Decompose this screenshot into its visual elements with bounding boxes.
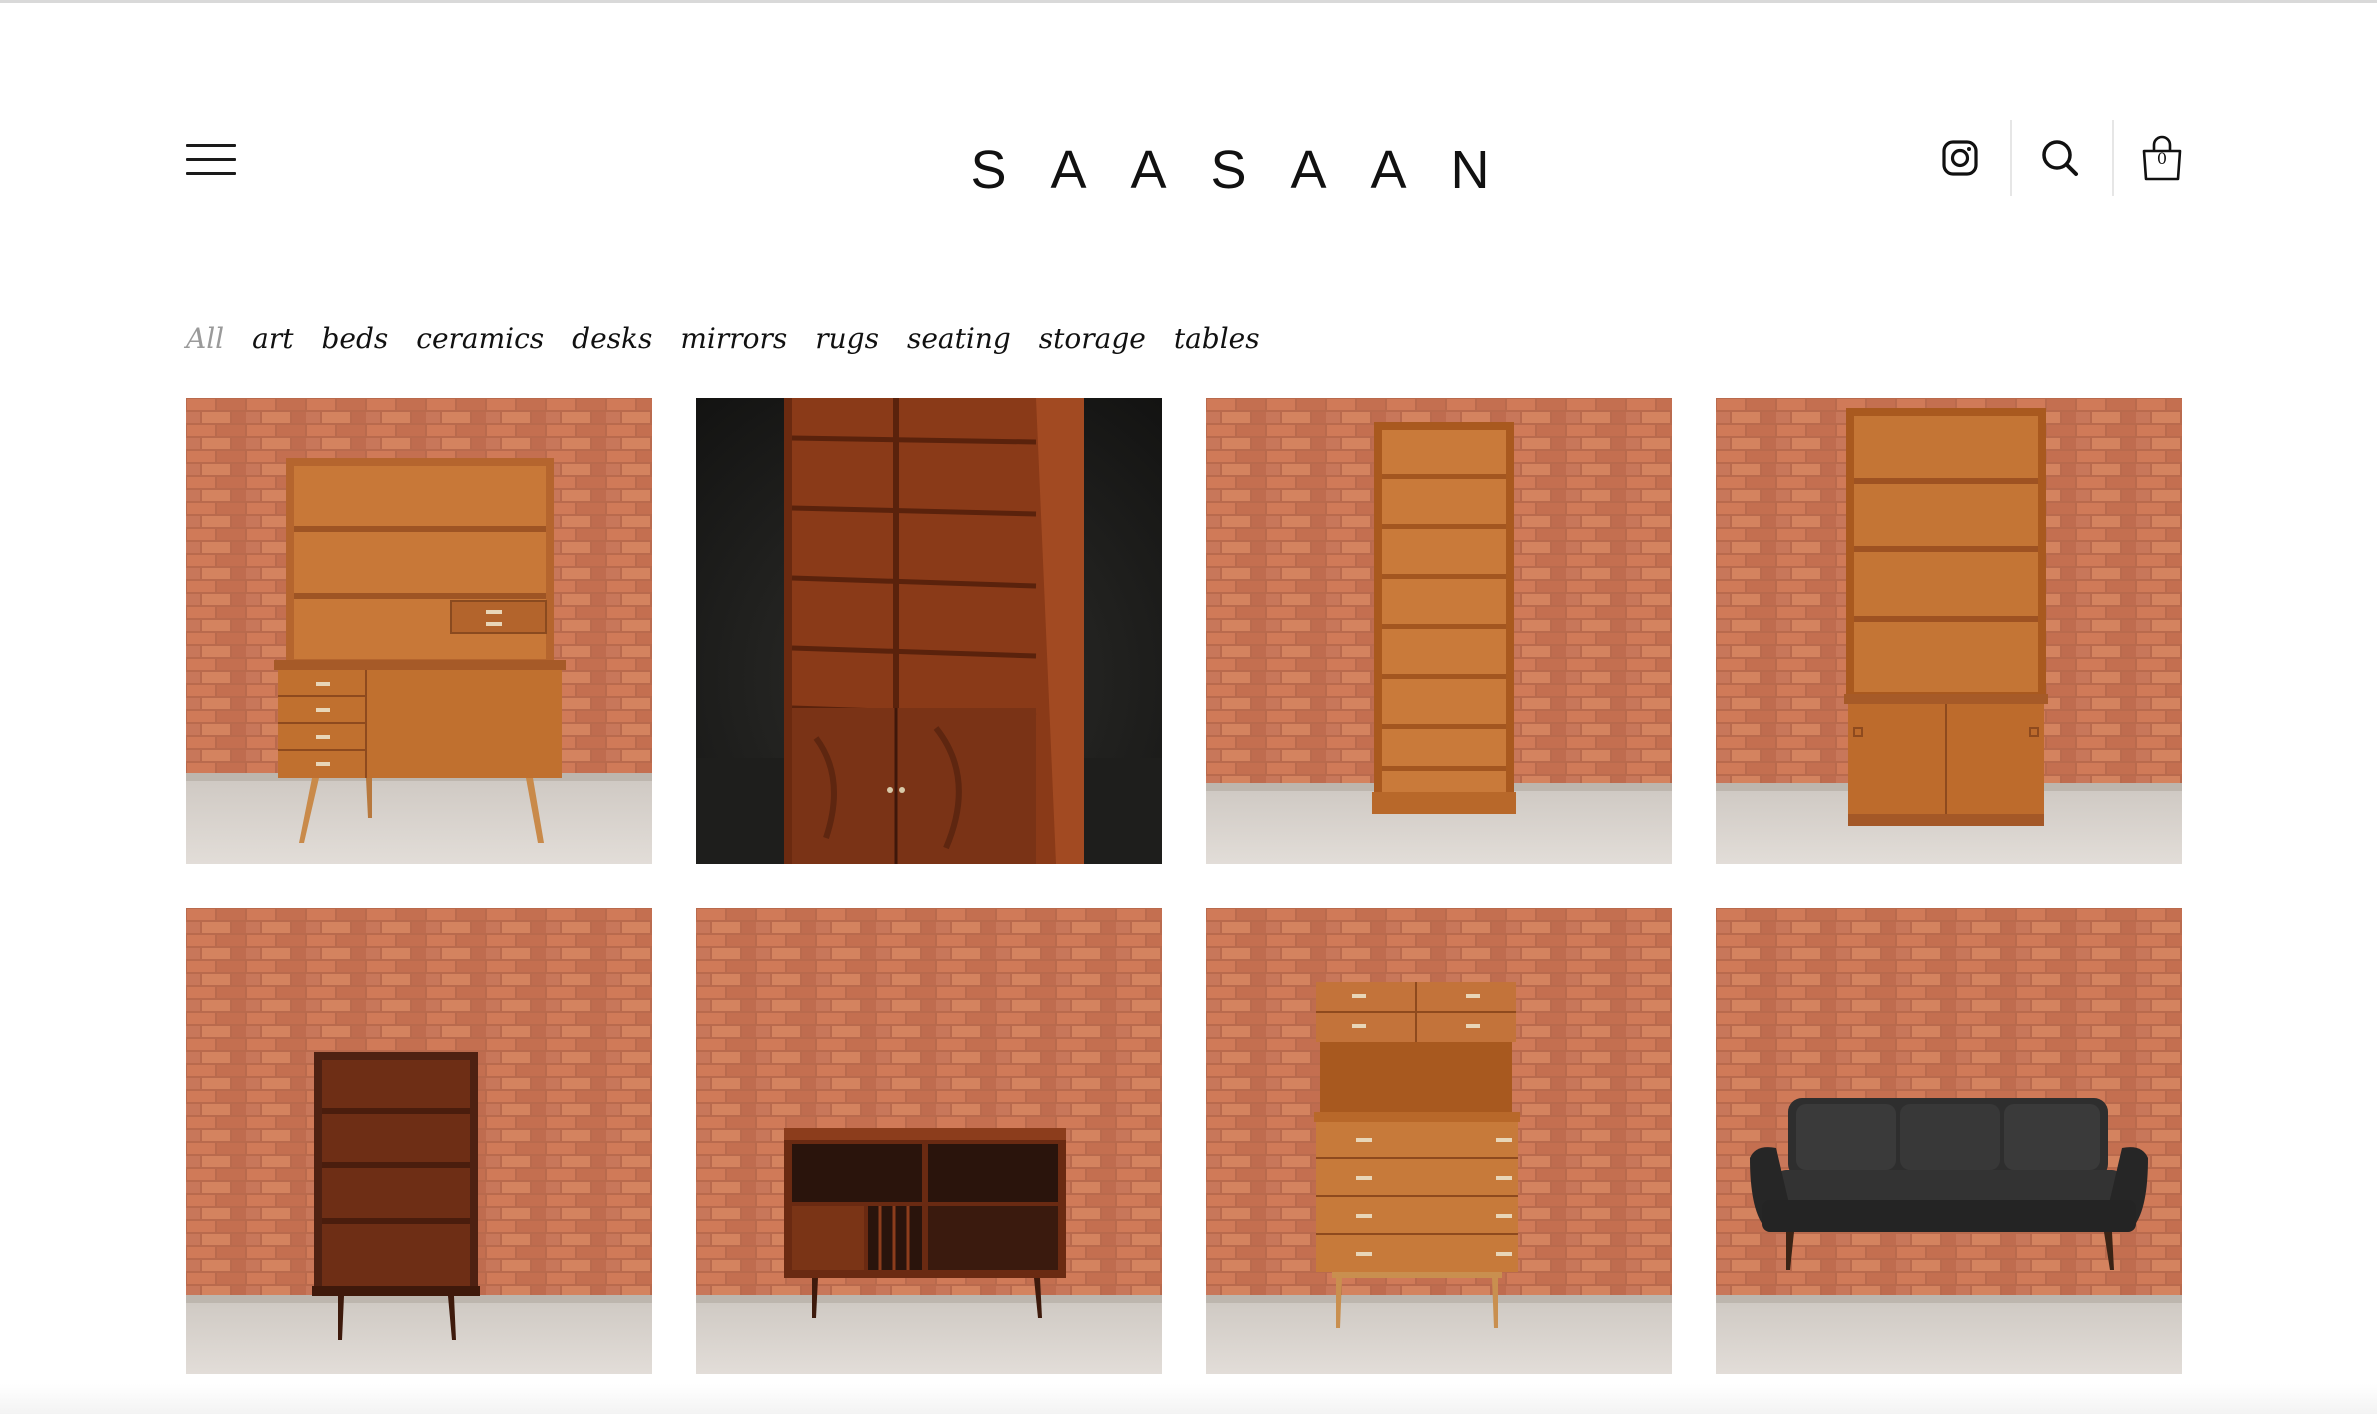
filter-ceramics[interactable]: ceramics bbox=[416, 322, 544, 355]
filter-tables[interactable]: tables bbox=[1174, 322, 1260, 355]
bottom-shadow bbox=[0, 1384, 2377, 1414]
product-image bbox=[1206, 908, 1672, 1374]
filter-mirrors[interactable]: mirrors bbox=[680, 322, 787, 355]
product-card[interactable] bbox=[186, 398, 652, 864]
product-card[interactable] bbox=[1716, 398, 2182, 864]
top-border bbox=[0, 0, 2377, 3]
filter-all[interactable]: All bbox=[186, 322, 224, 355]
product-card[interactable] bbox=[1206, 398, 1672, 864]
product-image bbox=[1206, 398, 1672, 864]
product-image bbox=[186, 908, 652, 1374]
product-card[interactable] bbox=[696, 908, 1162, 1374]
header-divider bbox=[2010, 120, 2012, 196]
header-divider bbox=[2112, 120, 2114, 196]
filter-beds[interactable]: beds bbox=[321, 322, 388, 355]
product-card[interactable] bbox=[186, 908, 652, 1374]
shopping-bag-icon[interactable]: 0 bbox=[2122, 118, 2202, 198]
product-card[interactable] bbox=[1716, 908, 2182, 1374]
filter-rugs[interactable]: rugs bbox=[815, 322, 879, 355]
product-image bbox=[696, 908, 1162, 1374]
product-image bbox=[186, 398, 652, 864]
product-card[interactable] bbox=[696, 398, 1162, 864]
category-filter-bar: All art beds ceramics desks mirrors rugs… bbox=[186, 316, 1288, 360]
product-image bbox=[696, 398, 1162, 864]
hamburger-menu-icon[interactable] bbox=[186, 142, 238, 178]
filter-seating[interactable]: seating bbox=[907, 322, 1011, 355]
search-icon[interactable] bbox=[2020, 118, 2100, 198]
cart-count: 0 bbox=[2156, 149, 2168, 168]
filter-storage[interactable]: storage bbox=[1039, 322, 1146, 355]
filter-art[interactable]: art bbox=[252, 322, 293, 355]
product-image bbox=[1716, 908, 2182, 1374]
instagram-icon[interactable] bbox=[1920, 118, 2000, 198]
product-card[interactable] bbox=[1206, 908, 1672, 1374]
product-grid bbox=[186, 398, 2182, 1374]
filter-desks[interactable]: desks bbox=[572, 322, 652, 355]
product-image bbox=[1716, 398, 2182, 864]
brand-logo[interactable]: SAASAAN bbox=[880, 130, 1580, 210]
